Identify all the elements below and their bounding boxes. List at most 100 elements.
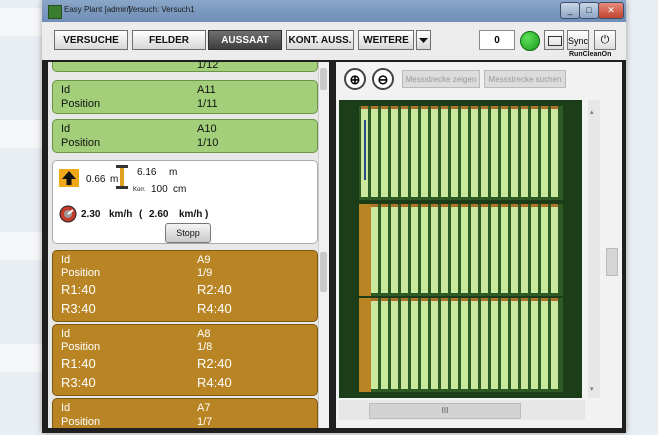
tab-versuche[interactable]: VERSUCHE <box>54 30 128 50</box>
power-button[interactable]: ⏻ <box>594 30 616 50</box>
chevron-down-icon <box>419 38 428 43</box>
zoom-out-button[interactable]: ⊖ <box>372 68 394 90</box>
zoom-in-button[interactable]: ⊕ <box>344 68 366 90</box>
minimize-button[interactable]: _ <box>560 2 580 19</box>
row-count-r1: R1:40 <box>61 282 96 297</box>
position-label: Position <box>61 341 101 353</box>
plot-strip <box>521 109 528 197</box>
plot-marker <box>391 204 398 207</box>
map-panel: ⊕ ⊖ Messstrecke zeigen Messstrecke suche… <box>336 62 622 428</box>
row-count-r3: R3:40 <box>61 301 96 316</box>
plot-card-a11[interactable]: Id A11 Position 1/11 <box>52 80 318 114</box>
window-title: Easy Plant [admin] <box>64 5 131 14</box>
plot-position-value: 1/12 <box>197 62 219 71</box>
plot-strip <box>371 109 378 197</box>
sync-button[interactable]: Sync <box>567 30 589 50</box>
row-count-r3: R3:40 <box>61 375 96 390</box>
show-track-button[interactable]: Messstrecke zeigen <box>402 70 480 88</box>
maximize-button[interactable]: □ <box>579 2 599 19</box>
plot-strip <box>451 301 458 389</box>
plot-strip <box>531 109 538 197</box>
hscroll-thumb[interactable]: III <box>369 403 521 419</box>
side-handle[interactable] <box>606 248 618 276</box>
zoom-in-icon: ⊕ <box>349 72 361 87</box>
plot-marker <box>501 106 508 109</box>
field-map-canvas <box>342 106 563 392</box>
arrow-up-icon <box>59 169 79 187</box>
position-label: Position <box>61 98 101 110</box>
plot-marker <box>501 298 508 301</box>
plot-marker <box>511 106 518 109</box>
active-strip <box>359 204 371 296</box>
map-vertical-scrollbar[interactable]: ▴ ▾ <box>588 100 600 398</box>
keyboard-button[interactable] <box>544 30 564 50</box>
tab-weitere[interactable]: WEITERE <box>358 30 414 50</box>
speed-set-value: 2.60 <box>149 209 169 220</box>
plot-marker <box>471 106 478 109</box>
plot-card-a10[interactable]: Id A10 Position 1/10 <box>52 119 318 153</box>
plot-marker <box>361 106 368 109</box>
window-version: Versuch: Versuch1 <box>128 5 195 14</box>
plot-list-scrollbar[interactable] <box>318 62 329 428</box>
plot-card-a7[interactable]: Id A7 Position 1/7 <box>52 398 318 428</box>
app-window: Easy Plant [admin] Versuch: Versuch1 _ □… <box>42 0 626 433</box>
plot-marker <box>431 298 438 301</box>
plot-marker <box>471 298 478 301</box>
plot-marker <box>481 298 488 301</box>
plot-marker <box>371 298 378 301</box>
plot-strip <box>371 301 378 389</box>
plot-marker <box>451 298 458 301</box>
plot-strip <box>421 109 428 197</box>
plot-strip <box>451 207 458 293</box>
plot-strip <box>431 207 438 293</box>
row-count-r4: R4:40 <box>197 375 232 390</box>
tab-felder[interactable]: FELDER <box>132 30 206 50</box>
plot-marker <box>421 204 428 207</box>
speed-paren-open: ( <box>139 209 143 220</box>
plot-marker <box>491 106 498 109</box>
scroll-thumb-top[interactable] <box>320 68 327 90</box>
tab-aussaat[interactable]: AUSSAAT <box>208 30 282 50</box>
plot-card-a8[interactable]: Id A8 Position 1/8 R1:40 R2:40 R3:40 R4:40 <box>52 324 318 396</box>
toolbar: VERSUCHE FELDER AUSSAAT KONT. AUSS. WEIT… <box>42 22 626 60</box>
speed-set-unit: km/h <box>179 209 203 220</box>
plot-marker <box>411 298 418 301</box>
more-dropdown-button[interactable] <box>416 30 431 50</box>
plot-strip <box>471 109 478 197</box>
plot-strip <box>551 109 558 197</box>
title-bar: Easy Plant [admin] Versuch: Versuch1 _ □… <box>42 0 626 22</box>
plot-marker <box>521 106 528 109</box>
plot-marker <box>371 204 378 207</box>
plot-strip <box>511 301 518 389</box>
plot-strip <box>411 301 418 389</box>
position-value: 1/10 <box>197 137 219 149</box>
map-horizontal-scrollbar[interactable]: III <box>339 400 585 420</box>
scroll-down-icon: ▾ <box>590 386 594 393</box>
tab-kont-auss[interactable]: KONT. AUSS. <box>286 30 354 50</box>
plot-marker <box>451 106 458 109</box>
zoom-out-icon: ⊖ <box>377 72 389 87</box>
id-value: A10 <box>197 123 217 135</box>
plot-marker <box>441 106 448 109</box>
plot-card-partial[interactable]: 1/12 <box>52 62 318 72</box>
plot-marker <box>461 204 468 207</box>
field-map[interactable] <box>339 100 582 398</box>
plot-strip <box>491 109 498 197</box>
plot-marker <box>401 106 408 109</box>
map-side-strip <box>602 100 620 398</box>
plot-strip <box>441 207 448 293</box>
plot-strip <box>421 207 428 293</box>
search-track-button[interactable]: Messstrecke suchen <box>484 70 566 88</box>
id-value: A7 <box>197 402 211 414</box>
plot-strip <box>531 207 538 293</box>
stop-button[interactable]: Stopp <box>165 223 211 243</box>
close-button[interactable]: ✕ <box>598 2 624 19</box>
plot-marker <box>521 298 528 301</box>
id-value: A11 <box>197 84 216 96</box>
plot-strip <box>451 109 458 197</box>
plot-card-a9[interactable]: Id A9 Position 1/9 R1:40 R2:40 R3:40 R4:40 <box>52 250 318 322</box>
position-value: 1/8 <box>197 341 213 353</box>
plot-strip <box>441 301 448 389</box>
scroll-thumb[interactable] <box>320 252 327 292</box>
plot-marker <box>531 298 538 301</box>
